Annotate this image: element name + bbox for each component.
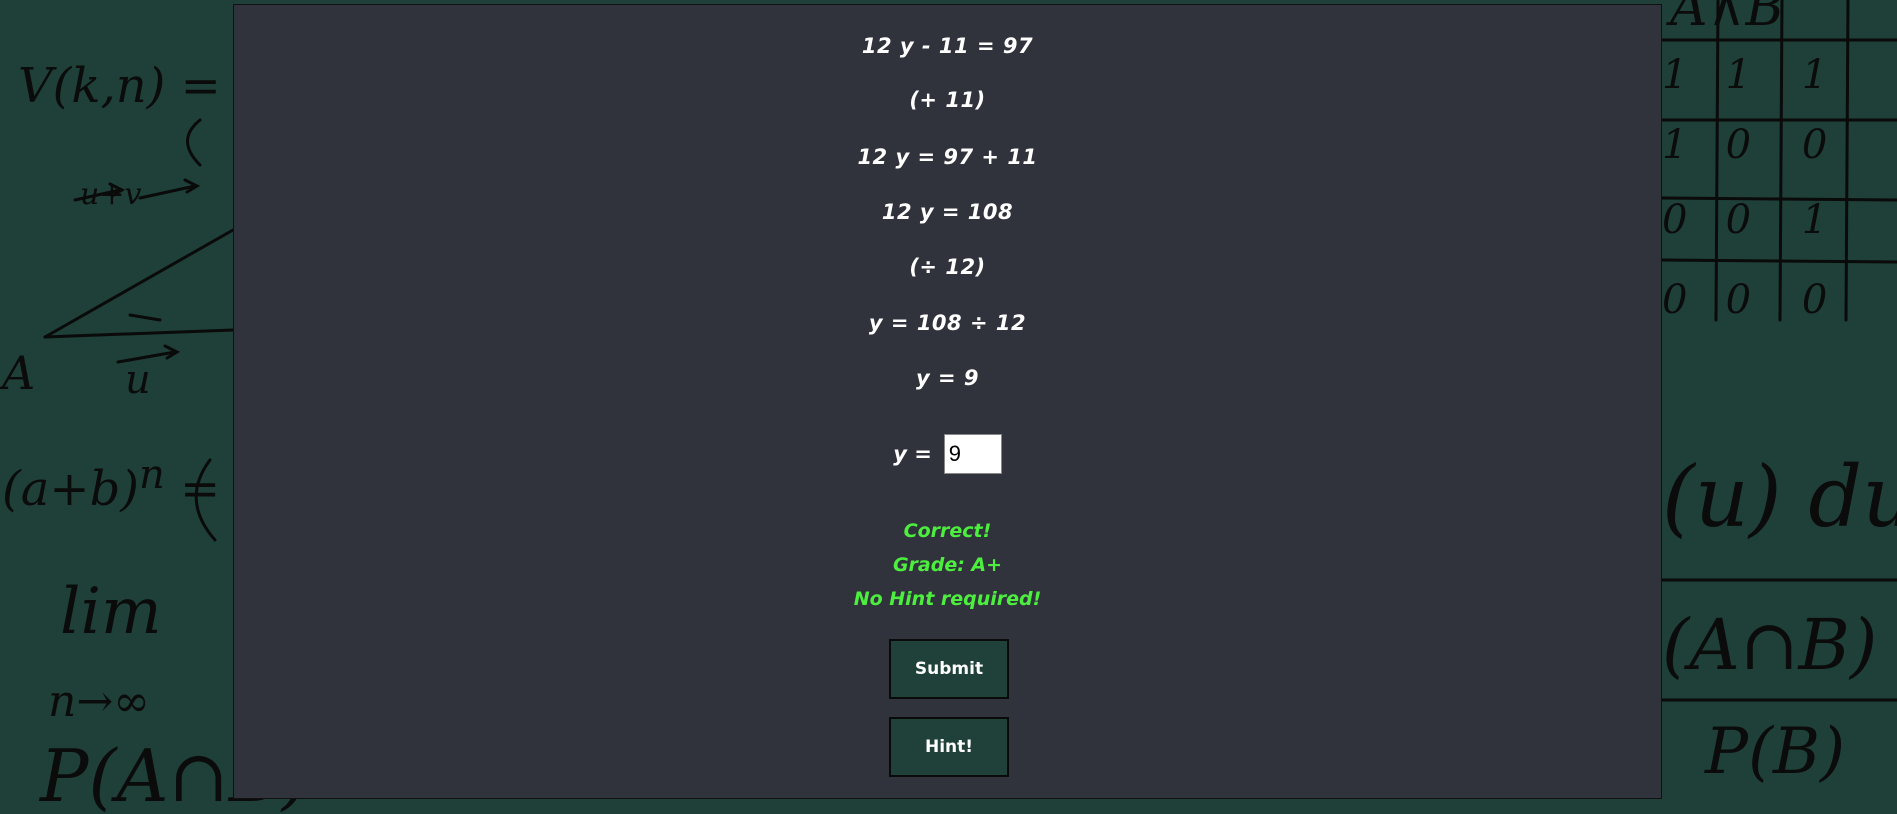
chalk-binomial: (a+b)n = ( bbox=[2, 452, 255, 517]
chalk-limit: lim bbox=[60, 575, 162, 649]
chalk-table-row3: 0 0 1 bbox=[1662, 197, 1828, 243]
step-equation: 12 y - 11 = 97 bbox=[861, 34, 1034, 58]
chalk-formula-sum: u+v bbox=[80, 177, 142, 212]
chalk-integral: (u) du bbox=[1662, 448, 1897, 546]
chalk-table-row1: 1 1 1 bbox=[1662, 52, 1828, 98]
step-isolated: y = 108 ÷ 12 bbox=[868, 311, 1027, 335]
chalk-table-row2: 1 0 0 bbox=[1662, 122, 1828, 168]
answer-row: y = bbox=[234, 432, 1661, 476]
chalk-formula-v: V(k,n) = n bbox=[18, 58, 268, 114]
answer-input[interactable] bbox=[943, 434, 1002, 474]
step-operation-divide: (÷ 12) bbox=[909, 255, 986, 279]
exercise-panel: 12 y - 11 = 97 (+ 11) 12 y = 97 + 11 12 … bbox=[233, 4, 1662, 799]
step-operation-add: (+ 11) bbox=[909, 88, 986, 112]
feedback-hint-status: No Hint required! bbox=[853, 588, 1042, 610]
chalk-vector-u: u bbox=[125, 357, 151, 403]
chalk-table-row4: 0 0 0 bbox=[1662, 277, 1828, 323]
chalk-probability-right: (A∩B) bbox=[1662, 604, 1878, 686]
hint-button[interactable]: Hint! bbox=[889, 717, 1009, 777]
feedback-correct: Correct! bbox=[903, 520, 992, 542]
chalk-letter-a: A bbox=[2, 346, 36, 400]
chalk-probability-b: P(B) bbox=[1705, 715, 1846, 789]
step-result: y = 9 bbox=[915, 366, 980, 390]
step-simplified: 12 y = 108 bbox=[881, 200, 1014, 224]
step-rearranged: 12 y = 97 + 11 bbox=[857, 145, 1038, 169]
submit-button[interactable]: Submit bbox=[889, 639, 1009, 699]
chalk-table-header: A∧B bbox=[1670, 0, 1784, 38]
chalk-limit-sub: n→∞ bbox=[48, 676, 150, 727]
feedback-grade: Grade: A+ bbox=[892, 554, 1003, 576]
answer-label: y = bbox=[893, 442, 932, 466]
